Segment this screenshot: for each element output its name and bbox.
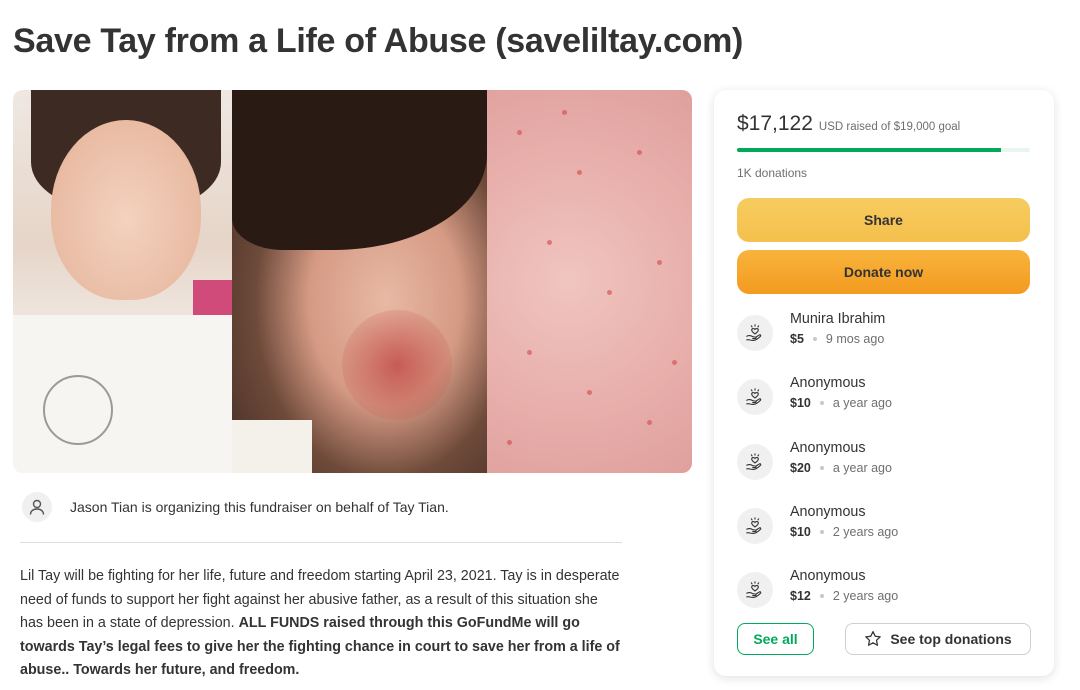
donation-details: Munira Ibrahim $5 9 mos ago (790, 310, 885, 346)
organizer-info: Jason Tian is organizing this fundraiser… (22, 492, 449, 522)
donation-item: Munira Ibrahim $5 9 mos ago (737, 310, 1030, 360)
divider (20, 542, 622, 543)
donation-details: Anonymous $20 a year ago (790, 439, 892, 475)
separator-dot (812, 337, 817, 341)
heart-hand-icon (737, 507, 773, 544)
donor-name: Anonymous (790, 503, 866, 520)
donation-item: Anonymous $10 a year ago (737, 374, 1030, 424)
donation-time: a year ago (832, 396, 892, 411)
donor-name: Anonymous (790, 439, 866, 456)
donor-name: Anonymous (790, 568, 866, 585)
donation-amount: $20 (790, 460, 811, 475)
star-icon (864, 630, 882, 648)
amount-raised: $17,122 (737, 112, 813, 135)
donor-name: Anonymous (790, 375, 866, 392)
donation-amount: $10 (790, 396, 811, 411)
donation-sidebar: $17,122 USD raised of $19,000 goal 1K do… (714, 90, 1054, 676)
story-text: Lil Tay will be fighting for her life, f… (20, 565, 620, 683)
donation-amount: $5 (790, 332, 804, 346)
progress-fill (737, 148, 1001, 152)
donate-now-button[interactable]: Donate now (737, 250, 1030, 294)
donation-time: 2 years ago (832, 524, 899, 539)
donation-details: Anonymous $12 2 years ago (790, 567, 898, 603)
separator-dot (819, 594, 824, 599)
heart-hand-icon (737, 572, 773, 609)
donation-time: a year ago (832, 460, 892, 475)
donation-amount: $10 (790, 524, 811, 539)
page-title: Save Tay from a Life of Abuse (savelilta… (13, 22, 744, 60)
donation-count: 1K donations (737, 166, 808, 180)
see-top-label: See top donations (890, 631, 1012, 647)
separator-dot (819, 529, 824, 534)
progress-bar (737, 148, 1030, 152)
donation-amount: $12 (790, 589, 811, 604)
donation-time: 9 mos ago (825, 332, 885, 346)
heart-hand-icon (737, 443, 773, 480)
separator-dot (819, 465, 824, 470)
see-all-button[interactable]: See all (737, 623, 814, 655)
donation-meta: $12 2 years ago (790, 589, 898, 603)
goal-text: USD raised of $19,000 goal (818, 121, 961, 133)
see-top-donations-button[interactable]: See top donations (845, 623, 1031, 655)
organizer-text: Jason Tian is organizing this fundraiser… (70, 499, 449, 515)
donation-item: Anonymous $10 2 years ago (737, 503, 1030, 553)
donation-details: Anonymous $10 2 years ago (790, 503, 898, 539)
donation-details: Anonymous $10 a year ago (790, 374, 892, 410)
heart-hand-icon (737, 379, 773, 416)
donation-meta: $10 2 years ago (790, 525, 898, 539)
photo-skin-rash (487, 90, 692, 473)
photo-child-cheek (232, 90, 487, 473)
donation-meta: $20 a year ago (790, 461, 892, 475)
user-icon (22, 492, 52, 522)
share-button[interactable]: Share (737, 198, 1030, 242)
donation-meta: $10 a year ago (790, 396, 892, 410)
heart-hand-icon (737, 315, 773, 351)
donation-meta: $5 9 mos ago (790, 332, 885, 346)
donor-name: Munira Ibrahim (790, 311, 886, 327)
campaign-hero-image[interactable] (13, 90, 692, 473)
separator-dot (819, 401, 824, 406)
photo-child-with-drawing (13, 90, 232, 473)
raised-summary: $17,122 USD raised of $19,000 goal (737, 112, 960, 136)
donation-item: Anonymous $20 a year ago (737, 439, 1030, 489)
donation-time: 2 years ago (832, 589, 899, 604)
donation-item: Anonymous $12 2 years ago (737, 567, 1030, 617)
